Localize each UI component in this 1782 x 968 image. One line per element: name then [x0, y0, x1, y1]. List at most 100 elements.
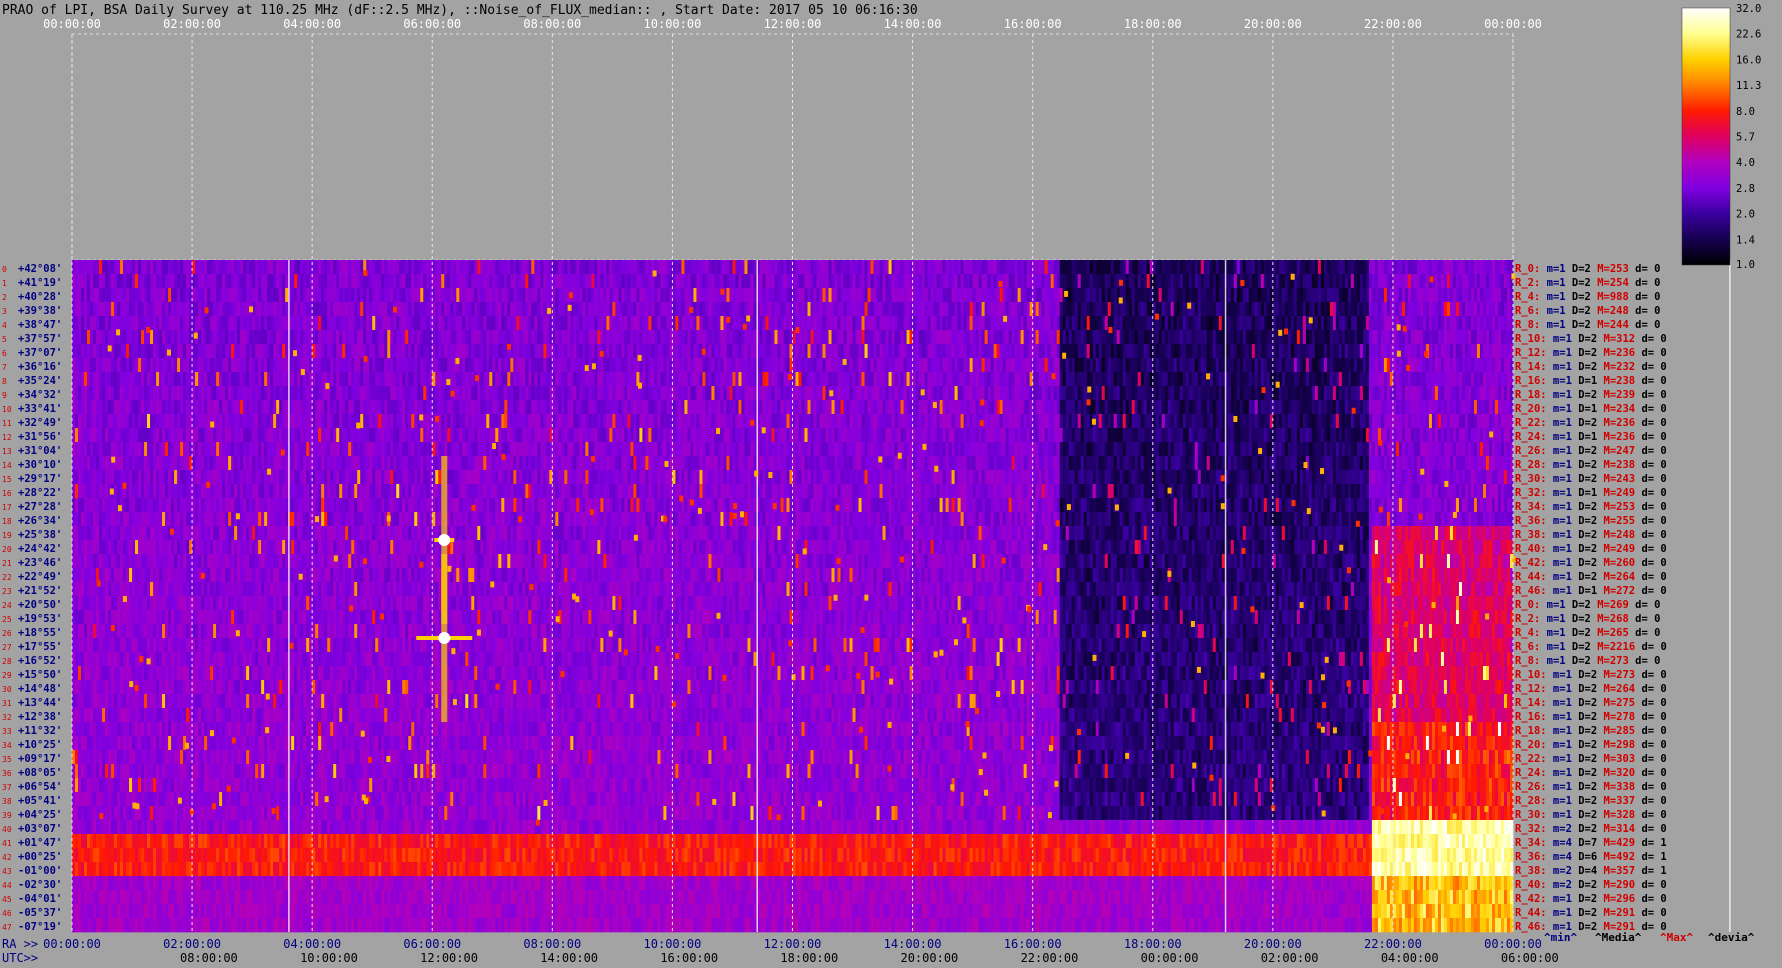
heatmap-cell — [234, 386, 238, 401]
heatmap-cell — [807, 274, 811, 289]
heatmap-cell — [369, 372, 373, 387]
heatmap-cell — [1155, 344, 1160, 359]
heatmap-cell — [657, 386, 661, 401]
heatmap-cell — [1398, 302, 1403, 317]
heatmap-cell — [1179, 372, 1184, 387]
heatmap-cell — [1002, 274, 1007, 289]
heatmap-cell — [558, 386, 562, 401]
heatmap-cell — [1161, 330, 1166, 345]
heatmap-cell — [1188, 274, 1193, 289]
heatmap-cell — [651, 288, 655, 303]
heatmap-cell — [1482, 386, 1487, 401]
heatmap-cell — [471, 372, 475, 387]
heatmap-cell — [642, 372, 646, 387]
heatmap-cell — [795, 260, 799, 275]
heatmap-cell — [999, 344, 1004, 359]
heatmap-cell — [843, 330, 847, 345]
heatmap-cell — [714, 316, 718, 331]
heatmap-cell — [876, 288, 880, 303]
heatmap-cell — [1095, 330, 1100, 345]
heatmap-cell — [1419, 330, 1424, 345]
heatmap-cell — [414, 344, 418, 359]
heatmap-cell — [147, 358, 151, 373]
heatmap-cell — [885, 288, 889, 303]
heatmap-cell — [405, 400, 409, 415]
heatmap-cell — [543, 358, 547, 373]
heatmap-cell — [594, 344, 598, 359]
heatmap-cell — [1110, 358, 1115, 373]
heatmap-cell — [804, 330, 808, 345]
heatmap-cell — [864, 330, 868, 345]
heatmap-cell — [600, 386, 604, 401]
heatmap-cell — [630, 260, 634, 275]
heatmap-cell — [708, 274, 712, 289]
heatmap-cell — [135, 358, 139, 373]
heatmap-cell — [81, 386, 85, 401]
heatmap-cell — [666, 274, 670, 289]
heatmap-cell — [573, 372, 577, 387]
heatmap-cell — [735, 344, 739, 359]
heatmap-cell — [1044, 316, 1049, 331]
heatmap-cell — [825, 260, 829, 275]
heatmap-cell — [1507, 260, 1511, 275]
heatmap-cell — [363, 400, 367, 415]
heatmap-cell — [1305, 386, 1310, 401]
heatmap-cell — [357, 344, 361, 359]
heatmap-cell — [420, 288, 424, 303]
heatmap-cell — [762, 372, 766, 387]
heatmap-cell — [1107, 386, 1112, 401]
heatmap-cell — [654, 386, 658, 401]
heatmap-cell — [225, 260, 229, 275]
heatmap-cell — [948, 358, 953, 373]
heatmap-cell — [1461, 330, 1466, 345]
heatmap-cell — [1230, 358, 1235, 373]
heatmap-cell — [738, 302, 742, 317]
heatmap-cell — [123, 344, 127, 359]
heatmap-cell — [1461, 344, 1466, 359]
heatmap-cell — [171, 288, 175, 303]
heatmap-cell — [1143, 372, 1148, 387]
heatmap-cell — [153, 400, 157, 415]
heatmap-cell — [1095, 274, 1100, 289]
heatmap-cell — [315, 386, 319, 401]
heatmap-cell — [1296, 260, 1301, 275]
heatmap-cell — [567, 386, 571, 401]
heatmap-cell — [303, 330, 307, 345]
heatmap-cell — [330, 260, 334, 275]
heatmap-cell — [504, 260, 508, 275]
heatmap-cell — [537, 358, 541, 373]
heatmap-cell — [741, 260, 745, 275]
heatmap-cell — [1485, 260, 1490, 275]
heatmap-cell — [963, 288, 968, 303]
heatmap-cell — [228, 316, 232, 331]
heatmap-cell — [294, 316, 298, 331]
heatmap-cell — [531, 288, 535, 303]
heatmap-cell — [1026, 274, 1031, 289]
heatmap-cell — [237, 372, 241, 387]
heatmap-cell — [480, 316, 484, 331]
heatmap-cell — [816, 302, 820, 317]
heatmap-cell — [507, 330, 511, 345]
heatmap-cell — [486, 302, 490, 317]
heatmap-cell — [489, 288, 493, 303]
top-axis-tick: 22:00:00 — [1364, 17, 1422, 31]
heatmap-cell — [804, 372, 808, 387]
heatmap-cell — [873, 386, 877, 401]
heatmap-cell — [660, 330, 664, 345]
heatmap-cell — [1473, 288, 1478, 303]
heatmap-cell — [231, 260, 235, 275]
heatmap-cell — [1062, 260, 1067, 275]
heatmap-cell — [1035, 288, 1040, 303]
heatmap-cell — [630, 344, 634, 359]
heatmap-cell — [102, 400, 106, 415]
heatmap-cell — [717, 358, 721, 373]
heatmap-cell — [345, 274, 349, 289]
heatmap-cell — [1164, 260, 1169, 275]
heatmap-cell — [1023, 260, 1028, 275]
heatmap-cell — [1215, 260, 1220, 275]
heatmap-cell — [681, 274, 685, 289]
heatmap-cell — [642, 358, 646, 373]
heatmap-cell — [1497, 372, 1502, 387]
heatmap-cell — [1194, 288, 1199, 303]
heatmap-cell — [1320, 372, 1325, 387]
